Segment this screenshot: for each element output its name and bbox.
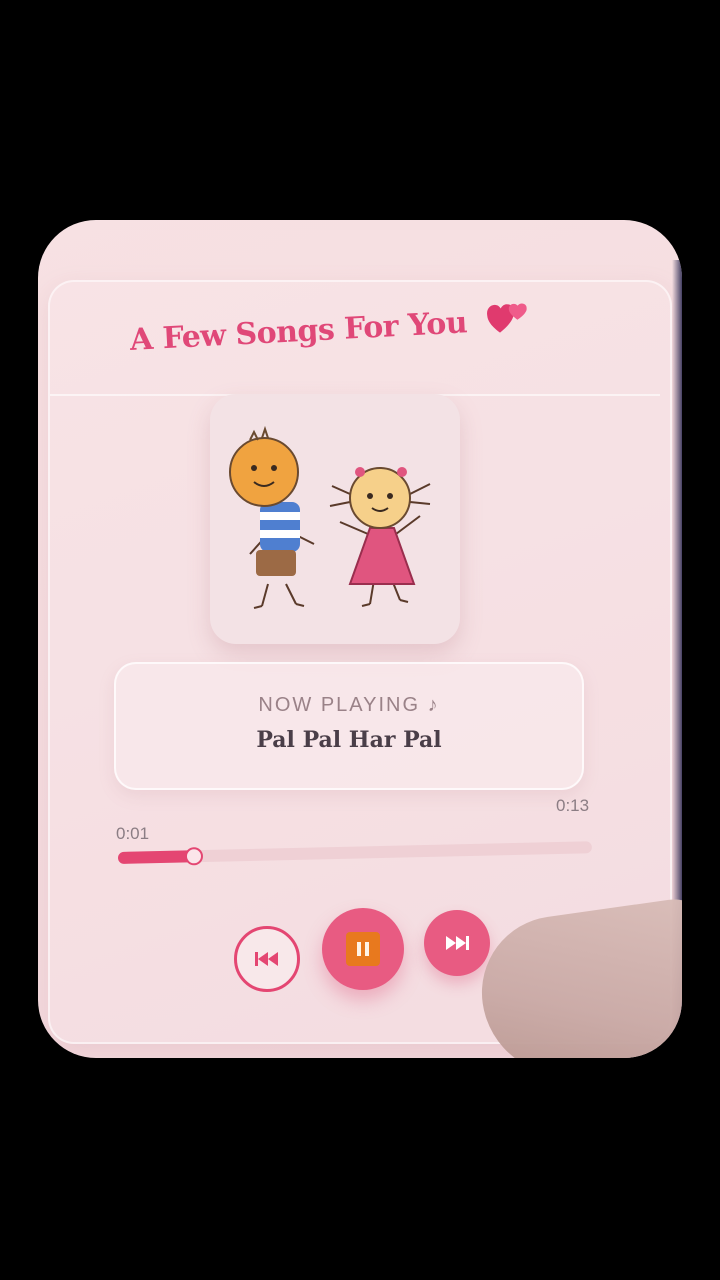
previous-track-button[interactable]: [234, 926, 300, 992]
now-playing-panel: NOW PLAYING ♪ Pal Pal Har Pal: [114, 662, 584, 790]
total-time: 0:13: [556, 796, 590, 815]
skip-previous-icon: [255, 952, 278, 966]
progress-knob[interactable]: [184, 847, 204, 866]
two-hearts-icon: [486, 299, 528, 345]
skip-next-icon: [446, 936, 469, 950]
pause-icon: [346, 932, 380, 966]
play-pause-button[interactable]: [322, 908, 404, 990]
kids-dancing-illustration: [229, 425, 431, 609]
current-time: 0:01: [116, 824, 150, 843]
progress-fill: [117, 850, 194, 864]
album-artwork: [210, 394, 460, 644]
now-playing-label: NOW PLAYING ♪: [258, 694, 440, 716]
music-player-screen: A Few Songs For You NOW PLAYING ♪ Pal Pa…: [38, 220, 682, 1058]
next-track-button[interactable]: [424, 910, 490, 976]
song-title: Pal Pal Har Pal: [256, 727, 442, 753]
